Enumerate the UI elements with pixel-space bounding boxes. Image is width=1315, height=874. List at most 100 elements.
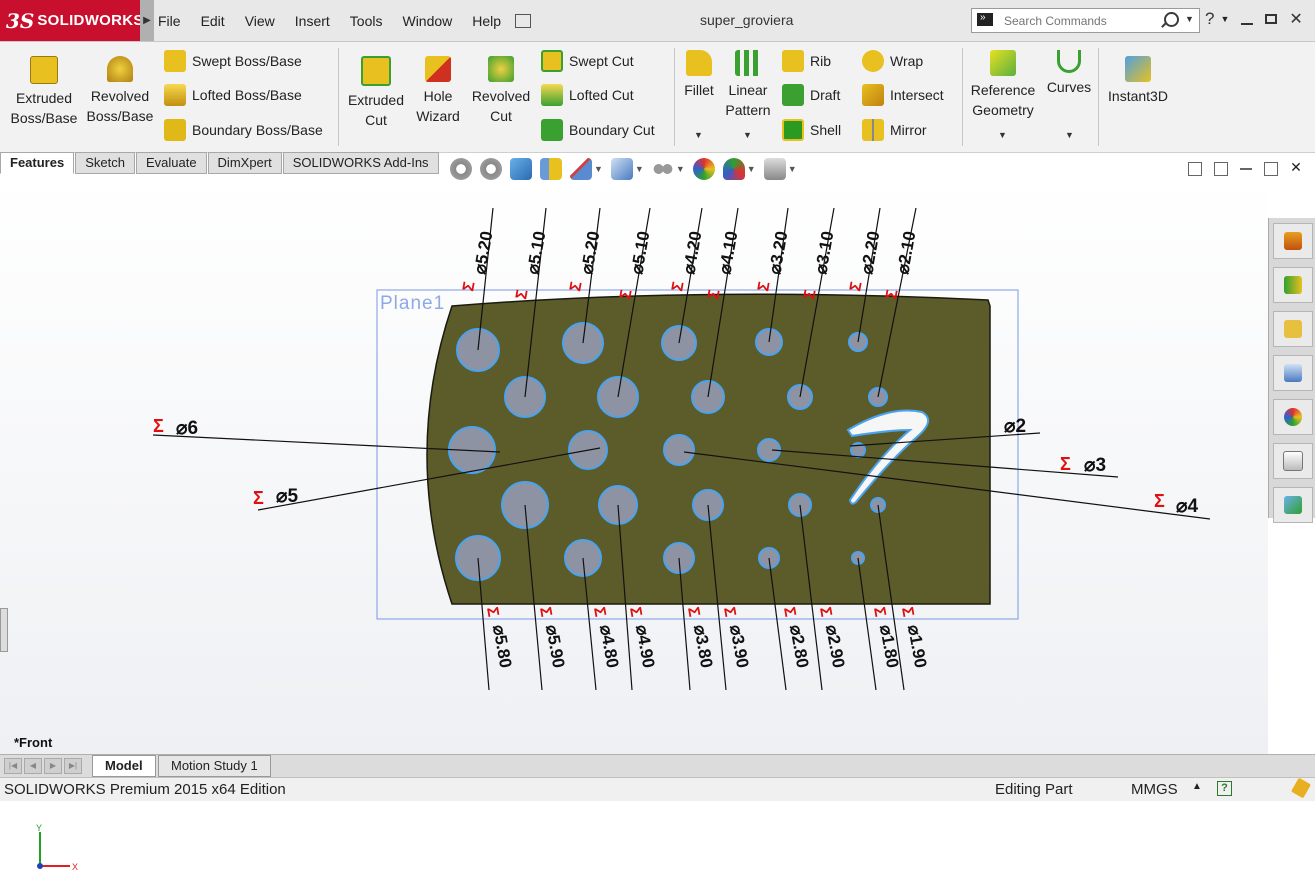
chevron-down-icon[interactable]: ▼	[676, 164, 685, 174]
linear-pattern-button[interactable]: Linear Pattern	[722, 50, 774, 120]
swept-boss-button[interactable]: Swept Boss/Base	[164, 50, 302, 72]
first-tab-icon[interactable]: |◀	[4, 758, 22, 774]
task-pane-view-palette[interactable]	[1273, 355, 1313, 391]
pencil-icon[interactable]	[1290, 777, 1312, 799]
boundary-boss-button[interactable]: Boundary Boss/Base	[164, 119, 323, 141]
quick-tips-icon[interactable]: ?	[1217, 781, 1232, 796]
menu-tools[interactable]: Tools	[350, 13, 383, 29]
fillet-dropdown-icon[interactable]: ▼	[694, 130, 703, 140]
solidworks-logo[interactable]: 3S SOLIDWORKS	[0, 0, 143, 41]
menu-help[interactable]: Help	[472, 13, 501, 29]
revolved-cut-button[interactable]: Revolved Cut	[468, 56, 534, 126]
chevron-down-icon[interactable]: ▼	[635, 164, 644, 174]
curves-dropdown-icon[interactable]: ▼	[1065, 130, 1074, 140]
bottom-dimension-label: ⌀5.90	[542, 623, 568, 669]
swept-boss-icon	[164, 50, 186, 72]
swept-cut-button[interactable]: Swept Cut	[541, 50, 634, 72]
view-orientation-icon[interactable]	[570, 158, 592, 180]
editing-mode-text: Editing Part	[995, 781, 1073, 798]
viewport-minimize-icon[interactable]	[1240, 162, 1252, 170]
hole-wizard-button[interactable]: Hole Wizard	[410, 56, 466, 126]
zoom-to-fit-icon[interactable]	[450, 158, 472, 180]
bottom-dimension-label: ⌀2.80	[786, 623, 812, 669]
wrap-button[interactable]: Wrap	[862, 50, 923, 72]
task-pane-custom-properties[interactable]	[1273, 443, 1313, 479]
top-dimension-label: ⌀2.20	[857, 230, 883, 276]
lofted-boss-button[interactable]: Lofted Boss/Base	[164, 84, 302, 106]
unit-system-up-icon[interactable]: ▲	[1192, 781, 1202, 792]
help-dropdown-icon[interactable]: ▼	[1220, 14, 1229, 24]
chevron-down-icon[interactable]: ▼	[1185, 14, 1194, 24]
tab-sketch[interactable]: Sketch	[75, 152, 135, 174]
menu-edit[interactable]: Edit	[201, 13, 225, 29]
mirror-button[interactable]: Mirror	[862, 119, 927, 141]
intersect-icon	[862, 84, 884, 106]
tab-motion-study[interactable]: Motion Study 1	[158, 755, 271, 777]
section-view-icon[interactable]	[540, 158, 562, 180]
close-icon[interactable]: ✕	[1289, 9, 1302, 29]
shell-button[interactable]: Shell	[782, 119, 841, 141]
draft-icon	[782, 84, 804, 106]
search-input[interactable]	[1002, 11, 1156, 30]
extruded-boss-button[interactable]: Extruded Boss/Base	[8, 56, 80, 128]
viewport-close-icon[interactable]: ✕	[1290, 160, 1302, 174]
viewport-split-icon[interactable]	[1188, 162, 1202, 176]
boundary-cut-button[interactable]: Boundary Cut	[541, 119, 655, 141]
top-dimension-label: ⌀5.10	[523, 230, 549, 276]
apply-scene-icon[interactable]	[722, 158, 745, 180]
pattern-dropdown-icon[interactable]: ▼	[743, 130, 752, 140]
draft-button[interactable]: Draft	[782, 84, 840, 106]
hide-show-items-icon[interactable]	[651, 158, 674, 180]
previous-view-icon[interactable]	[510, 158, 532, 180]
instant3d-button[interactable]: Instant3D	[1103, 56, 1173, 106]
intersect-button[interactable]: Intersect	[862, 84, 944, 106]
task-pane-file-explorer[interactable]	[1273, 311, 1313, 347]
rib-button[interactable]: Rib	[782, 50, 831, 72]
chevron-down-icon[interactable]: ▼	[594, 164, 603, 174]
revolved-boss-button[interactable]: Revolved Boss/Base	[84, 56, 156, 126]
tab-features[interactable]: Features	[0, 152, 75, 174]
task-pane-forum[interactable]	[1273, 487, 1313, 523]
reference-geometry-button[interactable]: Reference Geometry	[966, 50, 1040, 120]
next-tab-icon[interactable]: ▶	[44, 758, 62, 774]
menu-view[interactable]: View	[245, 13, 275, 29]
menu-expand-arrow-icon[interactable]: ▶	[140, 0, 154, 41]
zoom-area-icon[interactable]	[480, 158, 502, 180]
search-icon[interactable]	[1164, 12, 1179, 27]
tab-dimxpert[interactable]: DimXpert	[207, 152, 282, 174]
task-pane-appearances[interactable]	[1273, 399, 1313, 435]
fillet-button[interactable]: Fillet	[680, 50, 718, 100]
bottom-dimension-label: ⌀2.90	[822, 623, 848, 669]
restore-icon[interactable]	[1265, 14, 1278, 24]
display-style-icon[interactable]	[610, 158, 633, 180]
curves-button[interactable]: Curves	[1044, 50, 1094, 97]
extruded-boss-icon	[30, 56, 58, 84]
search-commands[interactable]: ▼	[971, 8, 1200, 33]
prev-tab-icon[interactable]: ◀	[24, 758, 42, 774]
task-pane-design-library[interactable]	[1273, 267, 1313, 303]
sigma-marker: Σ	[816, 606, 834, 619]
tab-evaluate[interactable]: Evaluate	[135, 152, 207, 174]
menu-insert[interactable]: Insert	[295, 13, 330, 29]
minimize-icon[interactable]	[1241, 23, 1254, 25]
help-icon[interactable]: ?	[1205, 9, 1214, 29]
sigma-marker: Σ	[669, 280, 687, 293]
view-settings-icon[interactable]	[763, 158, 786, 180]
unit-system[interactable]: MMGS	[1131, 781, 1178, 798]
chevron-down-icon[interactable]: ▼	[788, 164, 797, 174]
tab-model[interactable]: Model	[92, 755, 156, 777]
chevron-down-icon[interactable]: ▼	[747, 164, 756, 174]
tab-addins[interactable]: SOLIDWORKS Add-Ins	[282, 152, 439, 174]
viewport-link-icon[interactable]	[1214, 162, 1228, 176]
graphics-area[interactable]: Plane1 ⌀5.20 Σ ⌀5.10 Σ ⌀5.20 Σ ⌀5.10 Σ ⌀4.20 Σ ⌀4.1…	[0, 176, 1268, 872]
viewport-restore-icon[interactable]	[1264, 162, 1278, 176]
menu-window[interactable]: Window	[402, 13, 452, 29]
task-pane-resources[interactable]	[1273, 223, 1313, 259]
last-tab-icon[interactable]: ▶|	[64, 758, 82, 774]
lofted-cut-button[interactable]: Lofted Cut	[541, 84, 634, 106]
menu-file[interactable]: File	[158, 13, 181, 29]
extruded-cut-button[interactable]: Extruded Cut	[343, 56, 409, 130]
pin-icon[interactable]	[515, 13, 532, 28]
edit-appearance-icon[interactable]	[692, 158, 715, 180]
reference-geometry-dropdown-icon[interactable]: ▼	[998, 130, 1007, 140]
